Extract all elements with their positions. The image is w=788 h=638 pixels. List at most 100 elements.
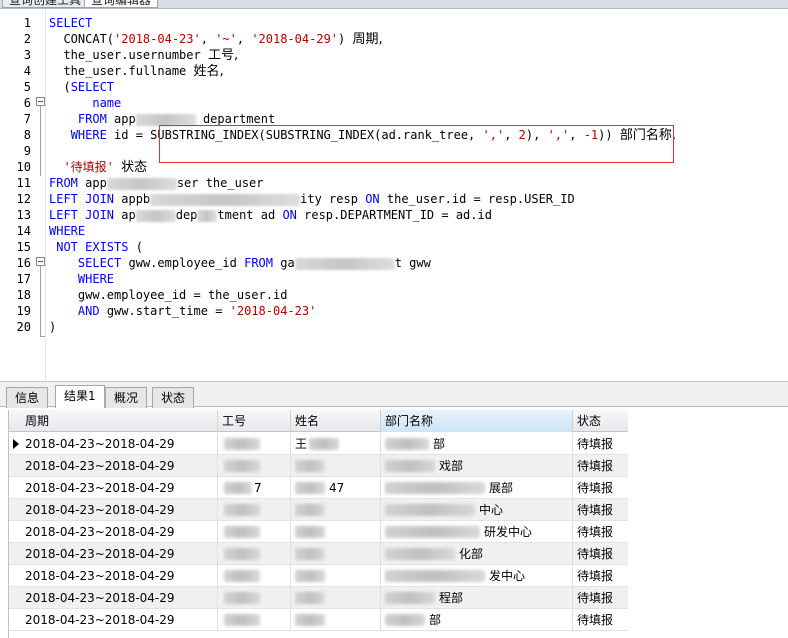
code-line[interactable]: 16 SELECT gww.employee_id FROM ga t gww (0, 255, 788, 271)
cell-period[interactable]: 2018-04-23~2018-04-29 (21, 433, 218, 455)
code-line[interactable]: 13 LEFT JOIN ap dep tment ad ON resp.DEPART… (0, 207, 788, 223)
cell-status[interactable]: 待填报 (573, 565, 628, 587)
cell-name[interactable] (291, 455, 381, 477)
tab-query-builder[interactable]: 查询创建工具 (2, 0, 89, 8)
cell-status[interactable]: 待填报 (573, 587, 628, 609)
cell-department[interactable]: 部 (381, 433, 573, 455)
cell-number[interactable] (218, 455, 291, 477)
code-line[interactable]: 5 (SELECT (0, 79, 788, 95)
cell-name[interactable] (291, 521, 381, 543)
cell-name[interactable] (291, 499, 381, 521)
sql-token: app (77, 176, 107, 190)
tab-info[interactable]: 信息 (6, 387, 49, 408)
cell-name[interactable] (291, 587, 381, 609)
cell-department[interactable]: 程部 (381, 587, 573, 609)
cell-name[interactable] (291, 609, 381, 631)
cell-number[interactable] (218, 565, 291, 587)
grid-header: 周期 工号 姓名 部门名称 状态 (9, 410, 628, 432)
cell-department[interactable]: 部 (381, 609, 573, 631)
cell-number[interactable]: 7 (218, 477, 291, 499)
tab-profile[interactable]: 概况 (105, 387, 148, 408)
column-header-number[interactable]: 工号 (218, 410, 291, 432)
code-line[interactable]: 18 gww.employee_id = the_user.id (0, 287, 788, 303)
table-row[interactable]: 2018-04-23~2018-04-29 发中心 待填报 (9, 565, 628, 587)
sql-editor[interactable]: 1 SELECT 2 CONCAT('2018-04-23', '~', '2018… (0, 9, 788, 381)
code-line[interactable]: 3 the_user.usernumber 工号, (0, 47, 788, 63)
code-line[interactable]: 14 WHERE (0, 223, 788, 239)
sql-token: , (236, 32, 252, 46)
cell-status[interactable]: 待填报 (573, 543, 628, 565)
cell-status[interactable]: 待填报 (573, 433, 628, 455)
code-line[interactable]: 11 FROM app ser the_user (0, 175, 788, 191)
cell-name[interactable]: 王 (291, 433, 381, 455)
sql-keyword: FROM (244, 256, 273, 270)
fold-toggle-icon[interactable] (36, 97, 45, 106)
table-row[interactable]: 2018-04-23~2018-04-29 研发中心 待填报 (9, 521, 628, 543)
column-header-period[interactable]: 周期 (21, 410, 218, 432)
cell-period[interactable]: 2018-04-23~2018-04-29 (21, 477, 218, 499)
cell-number[interactable] (218, 587, 291, 609)
tab-query-editor[interactable]: 查询编辑器 (84, 0, 159, 8)
tab-result1[interactable]: 结果1 (55, 385, 105, 408)
table-row[interactable]: 2018-04-23~2018-04-29 化部 待填报 (9, 543, 628, 565)
code-line[interactable]: 10 '待填报' 状态 (0, 159, 788, 175)
cell-number[interactable] (218, 609, 291, 631)
cell-name[interactable] (291, 565, 381, 587)
cell-period[interactable]: 2018-04-23~2018-04-29 (21, 521, 218, 543)
cell-department[interactable]: 研发中心 (381, 521, 573, 543)
cell-period[interactable]: 2018-04-23~2018-04-29 (21, 609, 218, 631)
cell-status[interactable]: 待填报 (573, 521, 628, 543)
cell-name[interactable]: 47 (291, 477, 381, 499)
code-line[interactable]: 20) (0, 319, 788, 335)
cell-department[interactable]: 发中心 (381, 565, 573, 587)
cell-status[interactable]: 待填报 (573, 477, 628, 499)
code-line[interactable]: 7 FROM app department (0, 111, 788, 127)
cell-department[interactable]: 化部 (381, 543, 573, 565)
table-row[interactable]: 2018-04-23~2018-04-29 中心 待填报 (9, 499, 628, 521)
cell-number[interactable] (218, 433, 291, 455)
code-line[interactable]: 1 SELECT (0, 15, 788, 31)
code-line[interactable]: 6 name (0, 95, 788, 111)
cell-status[interactable]: 待填报 (573, 455, 628, 477)
cell-period[interactable]: 2018-04-23~2018-04-29 (21, 455, 218, 477)
code-line[interactable]: 17 WHERE (0, 271, 788, 287)
cell-status[interactable]: 待填报 (573, 609, 628, 631)
cell-department[interactable]: 中心 (381, 499, 573, 521)
code-line[interactable]: 19 AND gww.start_time = '2018-04-23' (0, 303, 788, 319)
tab-status[interactable]: 状态 (152, 387, 195, 408)
cell-period[interactable]: 2018-04-23~2018-04-29 (21, 587, 218, 609)
column-header-name[interactable]: 姓名 (291, 410, 381, 432)
table-row[interactable]: 2018-04-23~2018-04-29 戏部 待填报 (9, 455, 628, 477)
code-line[interactable]: 15 NOT EXISTS ( (0, 239, 788, 255)
cell-fragment: 程部 (439, 591, 464, 605)
code-line[interactable]: 4 the_user.fullname 姓名, (0, 63, 788, 79)
code-text: LEFT JOIN appb ity resp ON the_user.id = … (49, 191, 575, 207)
cell-number[interactable] (218, 499, 291, 521)
table-row[interactable]: 2018-04-23~2018-04-29 王 部 待填报 (9, 433, 628, 455)
code-line[interactable]: 9 (0, 143, 788, 159)
code-line[interactable]: 12 LEFT JOIN appb ity resp ON the_user.id … (0, 191, 788, 207)
code-line[interactable]: 8 WHERE id = SUBSTRING_INDEX(SUBSTRING_I… (0, 127, 788, 143)
redacted-value (309, 438, 339, 450)
cell-department[interactable]: 戏部 (381, 455, 573, 477)
code-line[interactable]: 2 CONCAT('2018-04-23', '~', '2018-04-29'… (0, 31, 788, 47)
cell-period[interactable]: 2018-04-23~2018-04-29 (21, 565, 218, 587)
column-header-status[interactable]: 状态 (573, 410, 628, 432)
cell-period[interactable]: 2018-04-23~2018-04-29 (21, 499, 218, 521)
cell-period[interactable]: 2018-04-23~2018-04-29 (21, 543, 218, 565)
table-row[interactable]: 2018-04-23~2018-04-29 7 47 展部 待填报 (9, 477, 628, 499)
column-header-department[interactable]: 部门名称 (381, 410, 573, 432)
result-grid[interactable]: 周期 工号 姓名 部门名称 状态 2018-04-23~2018-04-29 王部… (8, 410, 628, 638)
cell-name[interactable] (291, 543, 381, 565)
table-row[interactable]: 2018-04-23~2018-04-29 部 待填报 (9, 609, 628, 631)
table-row[interactable]: 2018-04-23~2018-04-29 程部 待填报 (9, 587, 628, 609)
cell-status[interactable]: 待填报 (573, 499, 628, 521)
cell-number[interactable] (218, 543, 291, 565)
fold-toggle-icon[interactable] (36, 257, 45, 266)
cell-number[interactable] (218, 521, 291, 543)
redacted-value (385, 482, 485, 494)
cell-department[interactable]: 展部 (381, 477, 573, 499)
redacted-value (224, 548, 260, 560)
